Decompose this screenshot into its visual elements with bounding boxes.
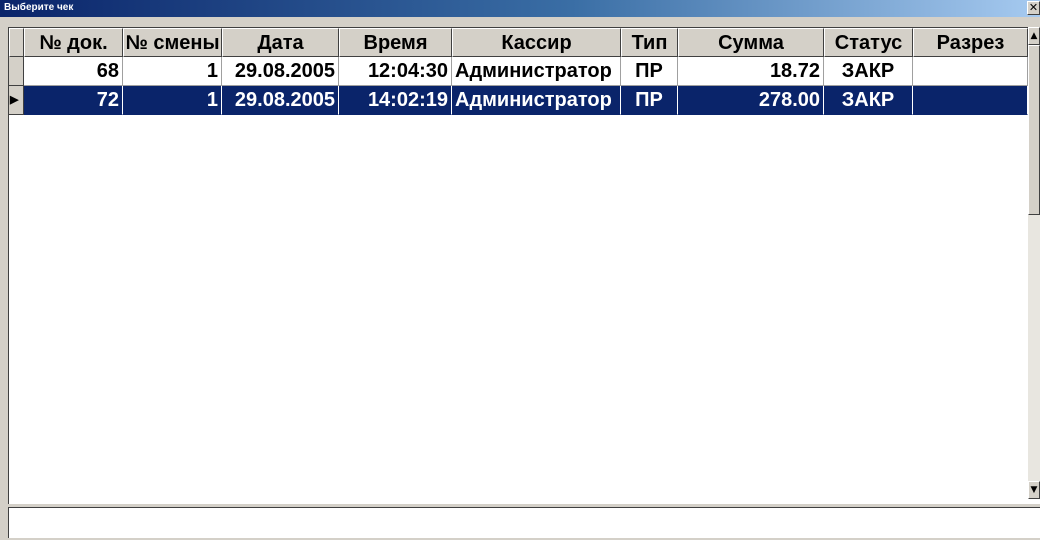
cell-type: ПР [621,86,678,115]
grid-header: № док. № смены Дата Время Кассир Тип Сум… [9,28,1029,57]
cell-shift: 1 [123,86,222,115]
cell-cashier: Администратор [452,57,621,86]
column-header-date[interactable]: Дата [222,28,339,57]
column-header-type[interactable]: Тип [621,28,678,57]
column-header-sum[interactable]: Сумма [678,28,824,57]
current-row-arrow-icon: ▶ [10,94,19,106]
cell-section [913,57,1028,86]
select-receipt-window: Выберите чек ✕ № док. № смены Дата Время… [0,0,1040,540]
column-header-shift[interactable]: № смены [123,28,222,57]
cell-date: 29.08.2005 [222,86,339,115]
scroll-up-button[interactable]: ▲ [1028,27,1040,45]
title-bar[interactable]: Выберите чек ✕ [0,0,1040,17]
status-field [8,507,1040,538]
cell-status: ЗАКР [824,86,913,115]
cell-status: ЗАКР [824,57,913,86]
scroll-down-button[interactable]: ▼ [1028,481,1040,499]
scroll-thumb[interactable] [1028,45,1040,215]
window-title: Выберите чек [4,2,74,13]
table-row[interactable]: 68 1 29.08.2005 12:04:30 Администратор П… [9,57,1029,86]
cell-section [913,86,1028,115]
close-button[interactable]: ✕ [1027,1,1040,15]
column-header-time[interactable]: Время [339,28,452,57]
column-header-cashier[interactable]: Кассир [452,28,621,57]
row-indicator[interactable]: ▶ [9,86,24,115]
cell-doc: 68 [24,57,123,86]
column-header-doc[interactable]: № док. [24,28,123,57]
cell-shift: 1 [123,57,222,86]
cell-cashier: Администратор [452,86,621,115]
row-indicator[interactable] [9,57,24,86]
cell-sum: 18.72 [678,57,824,86]
arrow-up-icon: ▲ [1030,31,1038,41]
column-header-status[interactable]: Статус [824,28,913,57]
cell-type: ПР [621,57,678,86]
cell-time: 12:04:30 [339,57,452,86]
cell-doc: 72 [24,86,123,115]
column-header-section[interactable]: Разрез [913,28,1028,57]
cell-date: 29.08.2005 [222,57,339,86]
close-icon: ✕ [1028,1,1039,14]
header-indicator-cell [9,28,24,57]
arrow-down-icon: ▼ [1030,485,1038,495]
receipts-grid[interactable]: № док. № смены Дата Время Кассир Тип Сум… [8,27,1040,504]
cell-time: 14:02:19 [339,86,452,115]
vertical-scrollbar[interactable]: ▲ ▼ [1028,27,1040,499]
table-row-selected[interactable]: ▶ 72 1 29.08.2005 14:02:19 Администратор… [9,86,1029,115]
cell-sum: 278.00 [678,86,824,115]
